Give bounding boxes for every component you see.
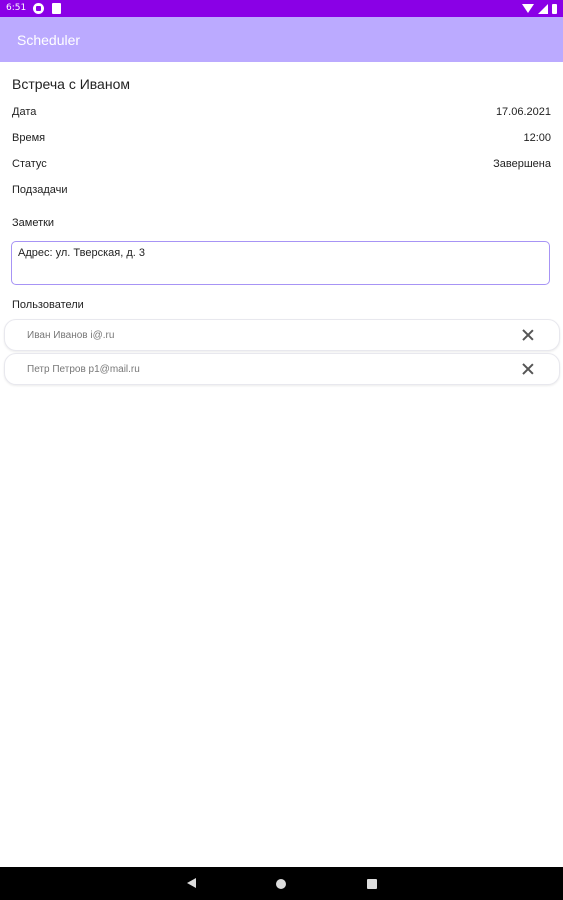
date-label: Дата: [12, 106, 37, 118]
navigation-bar: [0, 867, 563, 900]
battery-icon: [552, 3, 557, 14]
app-bar: Scheduler: [0, 17, 563, 62]
wifi-icon: [522, 4, 534, 13]
status-label: Статус: [12, 158, 47, 170]
recents-icon[interactable]: [367, 879, 377, 889]
user-item-text: Иван Иванов i@.ru: [27, 330, 115, 341]
task-title: Встреча с Иваном: [12, 76, 130, 92]
notes-field[interactable]: Адрес: ул. Тверская, д. 3: [11, 241, 550, 285]
sd-card-icon: [52, 3, 61, 14]
signal-icon: [538, 3, 548, 14]
app-title: Scheduler: [17, 32, 81, 48]
close-icon[interactable]: [522, 329, 534, 341]
user-item-text: Петр Петров p1@mail.ru: [27, 364, 140, 375]
notes-label: Заметки: [12, 217, 55, 229]
subtasks-label: Подзадачи: [12, 184, 68, 196]
date-value: 17.06.2021: [495, 106, 551, 118]
status-value: Завершена: [493, 158, 551, 170]
status-row: Статус Завершена: [12, 158, 551, 172]
date-row: Дата 17.06.2021: [12, 106, 551, 120]
status-bar: 6:51: [0, 0, 563, 17]
time-label: Время: [12, 132, 46, 144]
user-item: Петр Петров p1@mail.ru: [4, 353, 560, 385]
user-item: Иван Иванов i@.ru: [4, 319, 560, 351]
time-value: 12:00: [523, 132, 551, 144]
users-label: Пользователи: [12, 299, 84, 311]
notification-app-icon: [33, 3, 44, 14]
back-icon[interactable]: [187, 878, 196, 888]
close-icon[interactable]: [522, 363, 534, 375]
time-row: Время 12:00: [12, 132, 551, 146]
status-time: 6:51: [6, 3, 27, 13]
home-icon[interactable]: [276, 879, 286, 889]
status-indicators: [522, 2, 557, 15]
